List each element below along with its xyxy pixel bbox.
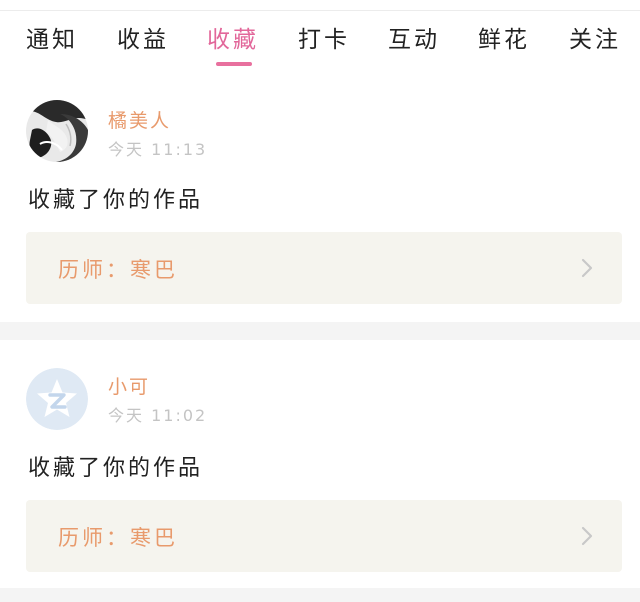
tab-checkin[interactable]: 打卡 bbox=[298, 24, 350, 56]
username[interactable]: 橘美人 bbox=[108, 106, 171, 133]
avatar[interactable] bbox=[26, 368, 88, 430]
avatar[interactable] bbox=[26, 100, 88, 162]
timestamp: 今天 11:02 bbox=[108, 406, 208, 425]
qzone-star-avatar-icon bbox=[26, 368, 88, 430]
tab-interactions[interactable]: 互动 bbox=[388, 24, 440, 56]
tab-follows[interactable]: 关注 bbox=[569, 24, 621, 56]
section-separator bbox=[0, 322, 640, 340]
chevron-right-icon bbox=[581, 258, 593, 278]
section-separator bbox=[0, 588, 640, 602]
timestamp: 今天 11:13 bbox=[108, 140, 208, 159]
work-title: 历师：寒巴 bbox=[58, 526, 178, 550]
action-text: 收藏了你的作品 bbox=[28, 188, 204, 213]
work-title: 历师：寒巴 bbox=[58, 258, 178, 282]
top-divider bbox=[0, 10, 640, 11]
notification-card: 小可 今天 11:02 收藏了你的作品 历师：寒巴 bbox=[0, 340, 640, 588]
tab-bar: 通知 收益 收藏 打卡 互动 鲜花 关注 bbox=[0, 24, 640, 70]
work-link[interactable]: 历师：寒巴 bbox=[26, 500, 622, 572]
notification-card: 橘美人 今天 11:13 收藏了你的作品 历师：寒巴 bbox=[0, 92, 640, 322]
tab-earnings[interactable]: 收益 bbox=[117, 24, 169, 56]
ink-painting-avatar-icon bbox=[26, 100, 88, 162]
username[interactable]: 小可 bbox=[108, 372, 150, 399]
active-tab-indicator bbox=[216, 62, 252, 66]
tab-notifications[interactable]: 通知 bbox=[26, 24, 78, 56]
tab-favorites[interactable]: 收藏 bbox=[207, 24, 259, 56]
work-link[interactable]: 历师：寒巴 bbox=[26, 232, 622, 304]
action-text: 收藏了你的作品 bbox=[28, 456, 204, 481]
tab-flowers[interactable]: 鲜花 bbox=[478, 24, 530, 56]
chevron-right-icon bbox=[581, 526, 593, 546]
